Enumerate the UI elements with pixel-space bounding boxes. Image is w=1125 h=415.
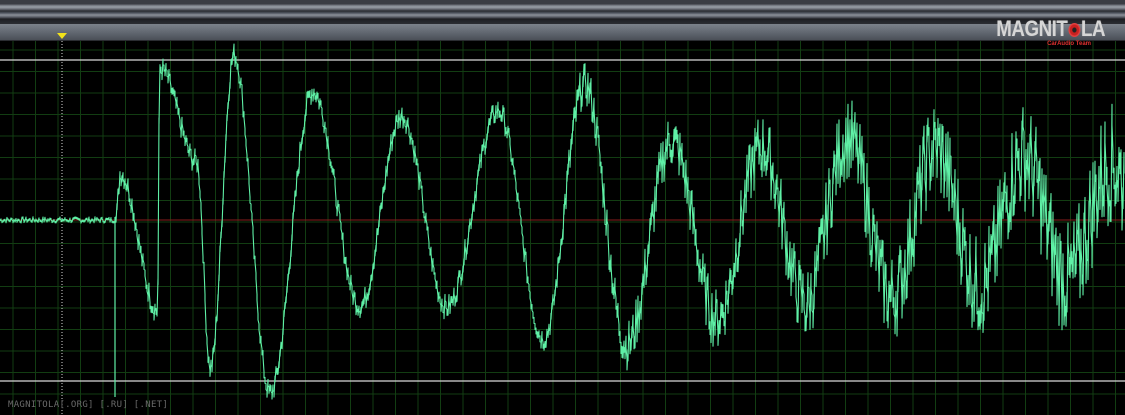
magnitola-logo: MAGNIT LA CarAudio Team	[977, 16, 1106, 48]
waveform-canvas[interactable]	[0, 41, 1125, 415]
watermark-text: MAGNITOLA[.ORG] [.RU] [.NET]	[8, 400, 169, 410]
toolbar	[0, 0, 1125, 24]
playhead-marker-icon[interactable]	[57, 33, 67, 39]
logo-text-left: MAGNIT	[996, 16, 1068, 41]
speaker-icon	[1068, 23, 1081, 37]
audio-editor-window: MAGNIT LA CarAudio Team MAGNITOLA[.ORG] […	[0, 0, 1125, 415]
logo-text-right: LA	[1080, 16, 1106, 41]
logo-subtitle: CarAudio Team	[1047, 41, 1091, 47]
waveform-display[interactable]	[0, 41, 1125, 415]
timeline-ruler[interactable]	[0, 24, 1125, 41]
